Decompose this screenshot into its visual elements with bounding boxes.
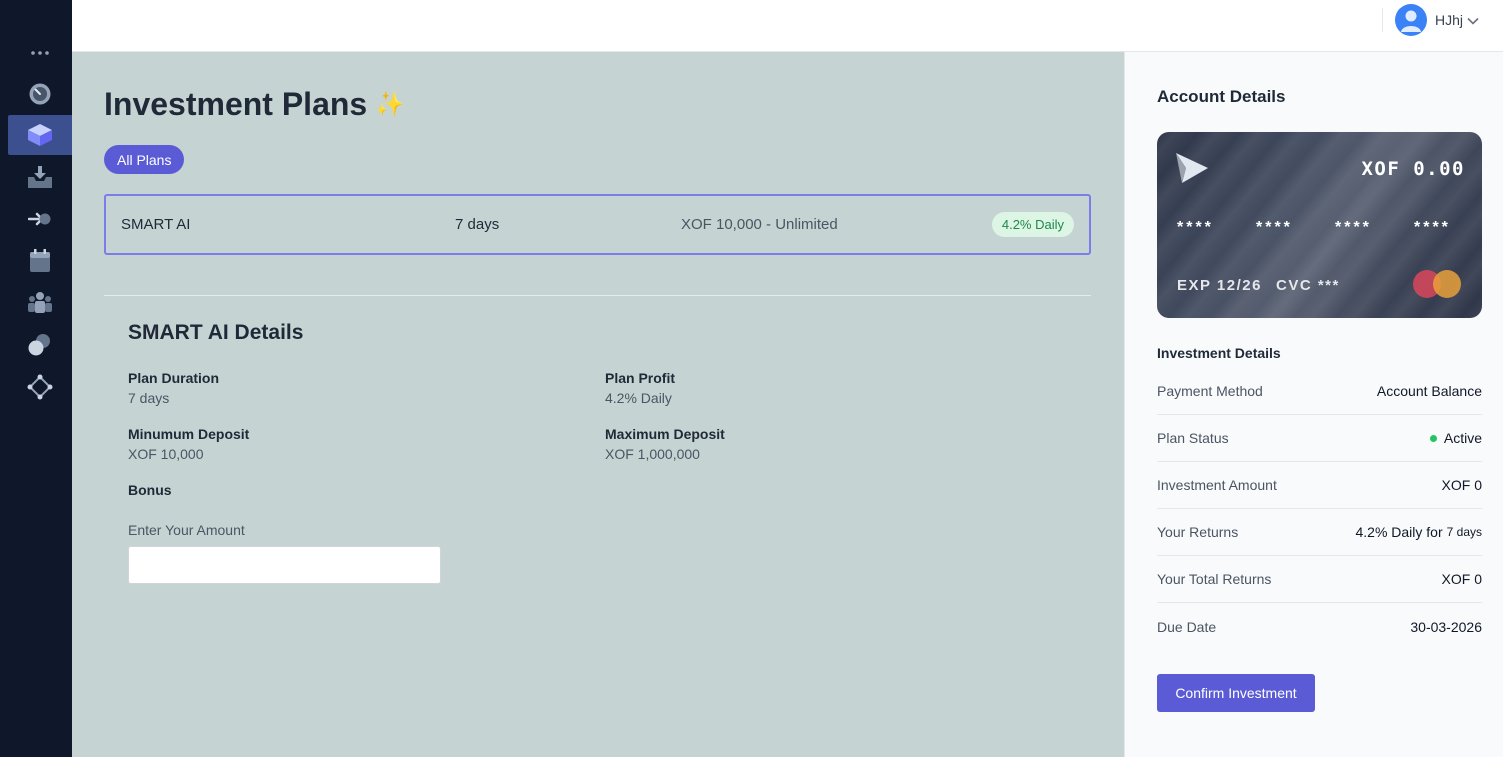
card-number-group: **** <box>1335 219 1372 236</box>
plan-details-title: SMART AI Details <box>128 321 304 344</box>
due-date-value: 30-03-2026 <box>1410 618 1482 635</box>
sidebar-item-investments[interactable] <box>8 115 72 155</box>
network-nodes-icon <box>27 374 53 400</box>
confirm-investment-button[interactable]: Confirm Investment <box>1157 674 1315 712</box>
total-returns-label: Your Total Returns <box>1157 571 1272 587</box>
inbox-download-icon <box>28 166 52 188</box>
due-date-label: Due Date <box>1157 618 1217 635</box>
investment-amount-value: XOF 0 <box>1441 477 1482 493</box>
list-item: Plan Status Active <box>1157 415 1482 462</box>
sidebar-more-button[interactable] <box>8 33 72 73</box>
dashboard-gauge-icon <box>29 83 51 105</box>
user-avatar-icon <box>1401 10 1421 32</box>
sidebar-item-deposits[interactable] <box>8 157 72 197</box>
card-cvc: CVC *** <box>1276 277 1340 294</box>
sidebar-item-network[interactable] <box>8 367 72 407</box>
list-item: Investment Amount XOF 0 <box>1157 462 1482 509</box>
maximum-deposit-value: XOF 1,000,000 <box>605 446 700 462</box>
balance-card: XOF 0.00 **** **** **** **** EXP 12/26 C… <box>1157 132 1482 318</box>
sidebar-item-referrals[interactable] <box>8 283 72 323</box>
payment-method-value: Account Balance <box>1376 383 1482 399</box>
plan-name: SMART AI <box>121 216 191 233</box>
card-balance: XOF 0.00 <box>1361 158 1465 180</box>
sidebar <box>0 0 72 757</box>
plan-profit-label: Plan Profit <box>605 370 676 386</box>
bonus-label: Bonus <box>128 482 172 498</box>
all-plans-filter-button[interactable]: All Plans <box>104 145 185 174</box>
list-item: Payment Method Account Balance <box>1157 368 1482 415</box>
more-dots-icon <box>31 51 49 55</box>
your-returns-value: 4.2% Daily for <box>1355 524 1443 540</box>
card-number-group: **** <box>1177 219 1214 236</box>
sidebar-item-withdraw[interactable] <box>8 199 72 239</box>
your-returns-label: Your Returns <box>1157 524 1239 540</box>
your-returns: 4.2% Daily for 7 days <box>1355 524 1482 540</box>
plan-profit-value: 4.2% Daily <box>605 390 672 406</box>
investment-amount-label: Investment Amount <box>1157 477 1277 493</box>
page-title: Investment Plans ✨ <box>104 86 405 123</box>
account-panel: Account Details XOF 0.00 **** **** **** … <box>1124 52 1503 757</box>
status-dot-icon <box>1429 434 1437 442</box>
plan-rate-badge: 4.2% Daily <box>991 212 1074 237</box>
plan-status: Active <box>1429 430 1482 446</box>
layers-icon <box>28 124 52 146</box>
card-number-group: **** <box>1256 219 1293 236</box>
list-item: Your Total Returns XOF 0 <box>1157 556 1482 603</box>
main-content: Investment Plans ✨ All Plans SMART AI 7 … <box>72 52 1124 757</box>
paper-plane-logo-icon <box>1176 153 1208 183</box>
page-title-text: Investment Plans <box>104 86 368 122</box>
users-group-icon <box>28 292 52 313</box>
plan-row[interactable]: SMART AI 7 days XOF 10,000 - Unlimited 4… <box>104 194 1091 255</box>
plan-duration: 7 days <box>455 216 500 233</box>
status-badge: Active <box>1443 430 1482 446</box>
minimum-deposit-label: Minumum Deposit <box>128 426 250 442</box>
total-returns-value: XOF 0 <box>1441 571 1482 587</box>
sidebar-item-transactions[interactable] <box>8 325 72 365</box>
amount-label: Enter Your Amount <box>128 522 245 538</box>
payment-method-label: Payment Method <box>1157 383 1263 399</box>
divider <box>104 295 1091 296</box>
your-returns-duration: 7 days <box>1446 525 1482 539</box>
card-expiry: EXP 12/26 <box>1177 277 1262 294</box>
plan-duration-value: 7 days <box>128 390 170 406</box>
card-number-group: **** <box>1414 219 1451 236</box>
circles-icon <box>28 334 50 356</box>
user-name: HJhj <box>1435 12 1464 28</box>
investment-details-title: Investment Details <box>1157 345 1281 361</box>
user-menu-button[interactable]: HJhj <box>1395 4 1479 36</box>
investment-details-list: Payment Method Account Balance Plan Stat… <box>1157 368 1482 650</box>
plan-status-label: Plan Status <box>1157 430 1229 446</box>
account-details-title: Account Details <box>1157 87 1286 106</box>
topbar: HJhj <box>72 0 1503 52</box>
avatar <box>1395 4 1427 36</box>
minimum-deposit-value: XOF 10,000 <box>128 446 204 462</box>
calendar-icon <box>30 249 50 272</box>
list-item: Due Date 30-03-2026 <box>1157 603 1482 650</box>
topbar-divider <box>1382 8 1383 32</box>
sparkles-icon: ✨ <box>375 91 406 118</box>
chevron-down-icon <box>1467 17 1479 25</box>
list-item: Your Returns 4.2% Daily for 7 days <box>1157 509 1482 556</box>
sidebar-item-calendar[interactable] <box>8 241 72 281</box>
mastercard-logo-icon <box>1413 270 1461 298</box>
sign-in-arrow-icon <box>28 212 51 226</box>
plan-deposit-range: XOF 10,000 - Unlimited <box>681 216 838 233</box>
maximum-deposit-label: Maximum Deposit <box>605 426 725 442</box>
plan-duration-label: Plan Duration <box>128 370 220 386</box>
sidebar-item-dashboard[interactable] <box>8 74 72 114</box>
amount-input[interactable] <box>128 546 441 584</box>
